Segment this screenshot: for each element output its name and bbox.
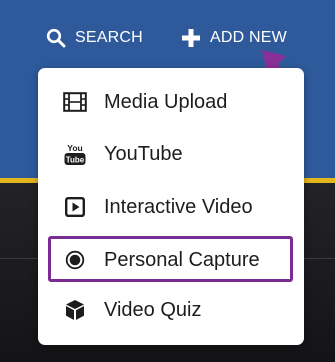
plus-icon [181, 28, 201, 48]
youtube-icon: You Tube [62, 141, 88, 167]
menu-item-label: Interactive Video [104, 195, 253, 218]
menu-item-interactive-video[interactable]: Interactive Video [38, 185, 304, 229]
menu-item-label: Personal Capture [104, 248, 260, 271]
record-icon [62, 247, 88, 273]
play-square-icon [62, 194, 88, 220]
menu-item-youtube[interactable]: You Tube YouTube [38, 132, 304, 176]
search-button[interactable]: SEARCH [46, 24, 143, 52]
add-new-dropdown-menu: Media Upload You Tube YouTube Interactiv… [38, 68, 304, 345]
menu-item-video-quiz[interactable]: Video Quiz [38, 288, 304, 332]
menu-item-label: YouTube [104, 142, 183, 165]
search-icon [46, 28, 66, 48]
add-new-label: ADD NEW [210, 29, 287, 46]
menu-item-media-upload[interactable]: Media Upload [38, 80, 304, 124]
menu-item-label: Video Quiz [104, 298, 202, 321]
film-icon [62, 89, 88, 115]
search-label: SEARCH [75, 29, 143, 46]
cube-icon [62, 297, 88, 323]
menu-item-label: Media Upload [104, 90, 228, 113]
youtube-logo-tube: Tube [66, 156, 85, 165]
menu-item-personal-capture[interactable]: Personal Capture [38, 238, 304, 282]
youtube-logo-you: You [67, 143, 82, 153]
